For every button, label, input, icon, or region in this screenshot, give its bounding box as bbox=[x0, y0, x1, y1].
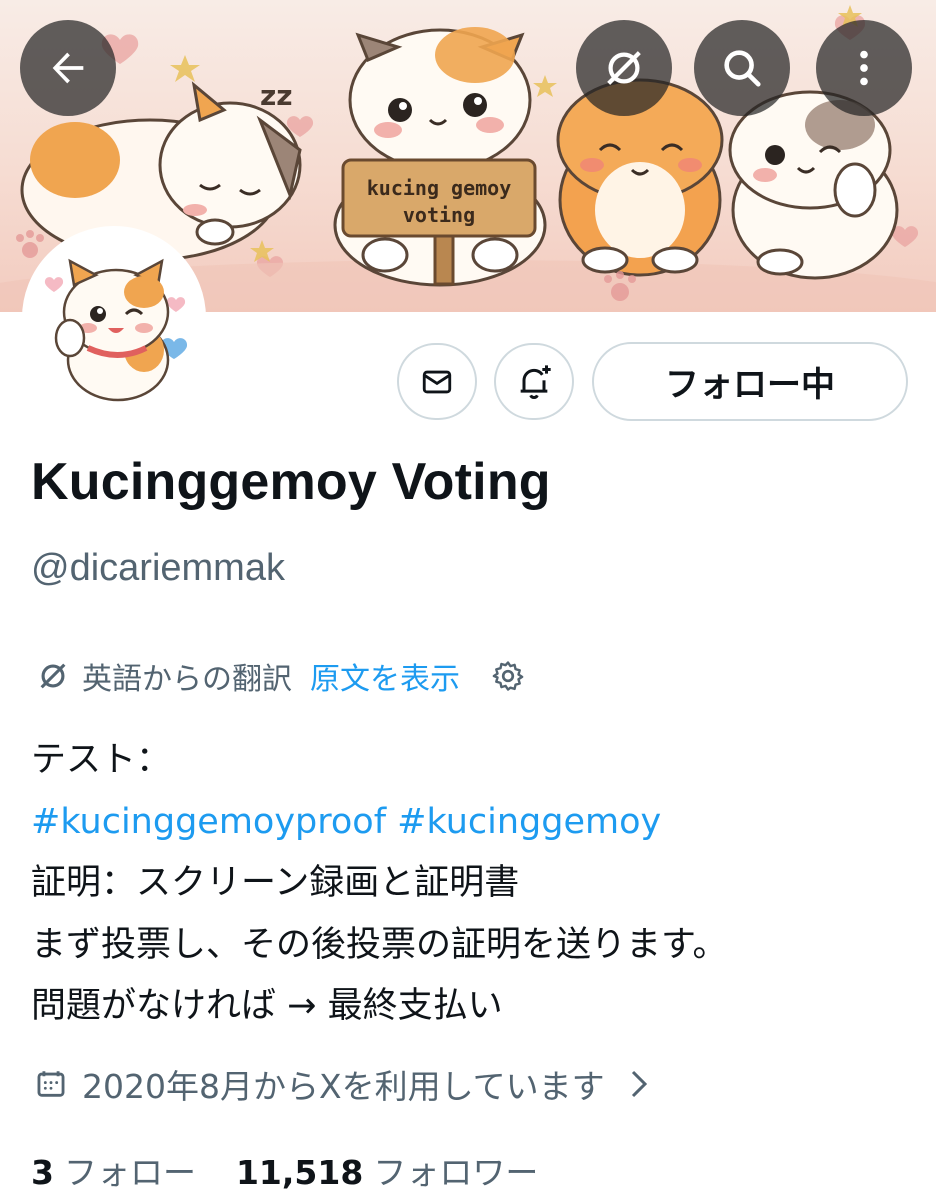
search-button[interactable] bbox=[694, 20, 790, 116]
bio-hashtags: #kucinggemoyproof #kucinggemoy bbox=[31, 792, 728, 854]
sign-text-line2: voting bbox=[403, 203, 475, 227]
handle: @dicariemmak bbox=[31, 547, 285, 589]
hashtag-link[interactable]: #kucinggemoy bbox=[397, 802, 661, 842]
translate-icon bbox=[40, 663, 66, 689]
avatar-image bbox=[26, 230, 202, 406]
message-button[interactable] bbox=[397, 343, 477, 420]
following-label: フォロー bbox=[63, 1153, 196, 1192]
followers-link[interactable]: 11,518 フォロワー bbox=[236, 1146, 538, 1194]
hashtag-link[interactable]: #kucinggemoyproof bbox=[31, 802, 386, 842]
translation-label: 英語からの翻訳 bbox=[82, 662, 292, 697]
bio-line: テスト： bbox=[31, 740, 172, 780]
more-button[interactable] bbox=[816, 20, 912, 116]
bio-line: まず投票し、その後投票の証明を送ります。 bbox=[31, 924, 728, 965]
more-vertical-icon bbox=[860, 50, 868, 86]
follow-stats: 3 フォロー 11,518 フォロワー bbox=[31, 1145, 538, 1195]
avatar[interactable] bbox=[22, 226, 206, 410]
following-count: 3 bbox=[31, 1153, 54, 1192]
mail-icon bbox=[422, 370, 452, 393]
sign-cat bbox=[333, 27, 547, 287]
translate-button[interactable] bbox=[576, 20, 672, 116]
translation-row: 英語からの翻訳 原文を表示 bbox=[36, 654, 526, 698]
sign-text-line1: kucing gemoy bbox=[367, 176, 512, 200]
white-cat bbox=[728, 90, 899, 280]
following-button[interactable]: フォロー中 bbox=[592, 342, 908, 421]
bio: テスト： #kucinggemoyproof #kucinggemoy 証明：ス… bbox=[31, 730, 728, 1038]
gear-icon bbox=[492, 661, 524, 691]
search-icon bbox=[724, 50, 761, 87]
calendar-icon bbox=[37, 1071, 65, 1097]
show-original-link[interactable]: 原文を表示 bbox=[310, 654, 460, 698]
joined-date-text: 2020年8月からXを利用しています bbox=[82, 1067, 605, 1106]
joined-date-row[interactable]: 2020年8月からXを利用しています bbox=[34, 1060, 651, 1108]
arrow-left-icon bbox=[52, 52, 84, 84]
followers-count: 11,518 bbox=[235, 1153, 364, 1192]
chevron-right-icon bbox=[627, 1069, 651, 1099]
back-button[interactable] bbox=[20, 20, 116, 116]
bio-line: 問題がなければ → 最終支払い bbox=[31, 986, 503, 1026]
bell-plus-icon bbox=[520, 364, 551, 399]
translation-settings-button[interactable] bbox=[490, 658, 526, 694]
bio-line: 証明：スクリーン録画と証明書 bbox=[31, 863, 520, 903]
followers-label: フォロワー bbox=[373, 1153, 539, 1192]
translate-icon bbox=[607, 51, 641, 85]
display-name: Kucinggemoy Voting bbox=[31, 453, 551, 511]
sleep-zz-text: zz bbox=[260, 79, 293, 112]
following-link[interactable]: 3 フォロー bbox=[31, 1146, 196, 1194]
notify-button[interactable] bbox=[494, 343, 574, 420]
